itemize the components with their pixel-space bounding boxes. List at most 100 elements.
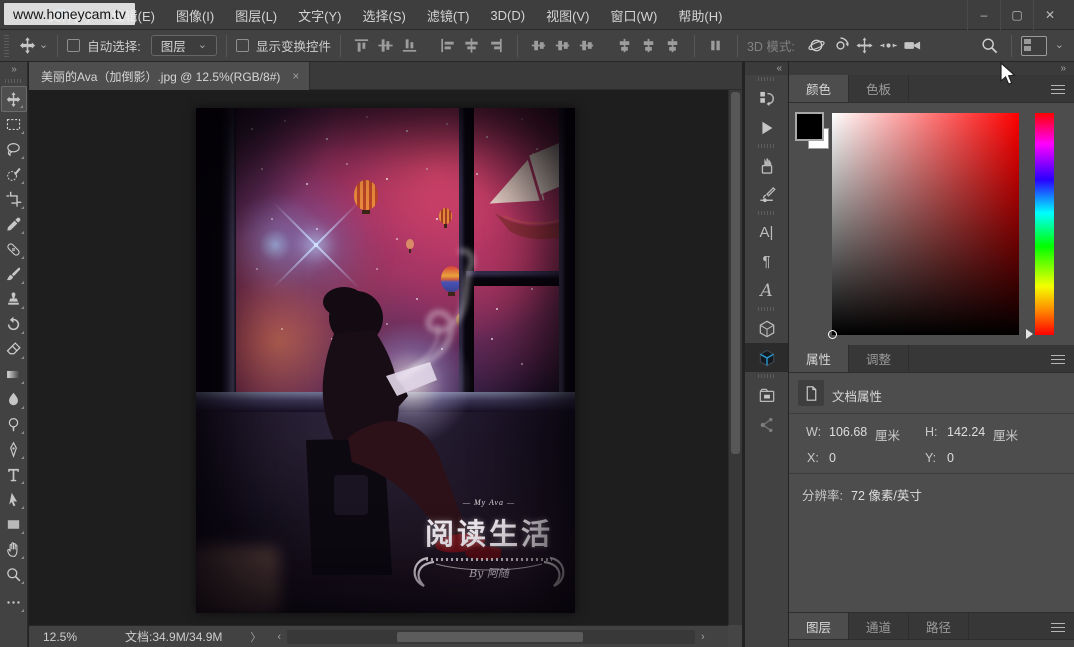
toolbar-grip[interactable] — [5, 79, 23, 83]
tab-swatches[interactable]: 色板 — [849, 75, 909, 102]
tool-pen[interactable] — [1, 437, 27, 462]
3d-orbit-button[interactable] — [806, 35, 828, 57]
tool-brush[interactable] — [1, 262, 27, 287]
3d-panel-button[interactable] — [745, 314, 788, 343]
vertical-scrollbar[interactable] — [728, 90, 742, 625]
hue-slider-pointer-icon[interactable] — [1026, 329, 1033, 339]
scroll-right-arrow-icon[interactable]: › — [701, 631, 705, 643]
toolbar-collapse-icon[interactable]: » — [0, 62, 27, 77]
3d-slide-button[interactable] — [878, 35, 900, 57]
tool-dodge[interactable] — [1, 412, 27, 437]
align-horizontal-centers-button[interactable] — [461, 35, 483, 57]
tool-eraser[interactable] — [1, 337, 27, 362]
panel-menu-icon[interactable] — [1051, 623, 1065, 632]
tool-type[interactable] — [1, 462, 27, 487]
character-panel-button[interactable]: A| — [745, 218, 788, 247]
maximize-button[interactable]: ▢ — [1000, 0, 1033, 30]
distribute-right-edges-button[interactable] — [662, 35, 684, 57]
brush-settings-panel-button[interactable] — [745, 180, 788, 209]
canvas-area[interactable]: — My Ava — 阅读生活 By 阿随 — [29, 90, 728, 625]
dock-expand-icon[interactable]: « — [745, 62, 788, 75]
y-value[interactable]: 0 — [947, 451, 954, 465]
tool-rectangle[interactable] — [1, 512, 27, 537]
options-bar-grip[interactable] — [4, 35, 9, 57]
align-vertical-centers-button[interactable] — [375, 35, 397, 57]
share-panel-button[interactable] — [745, 410, 788, 439]
tool-clone-stamp[interactable] — [1, 287, 27, 312]
libraries-panel-button[interactable] — [745, 381, 788, 410]
tool-rectangular-marquee[interactable] — [1, 112, 27, 137]
search-icon[interactable] — [979, 35, 1001, 57]
history-panel-button[interactable] — [745, 84, 788, 113]
tool-spot-healing-brush[interactable] — [1, 237, 27, 262]
tool-move[interactable] — [1, 86, 27, 112]
align-right-edges-button[interactable] — [485, 35, 507, 57]
show-transform-checkbox[interactable] — [236, 39, 249, 52]
color-spectrum-field[interactable] — [832, 113, 1019, 335]
tab-adjustments[interactable]: 调整 — [849, 345, 909, 372]
tool-path-selection[interactable] — [1, 487, 27, 512]
tab-paths[interactable]: 路径 — [909, 613, 969, 639]
status-zoom-field[interactable]: 12.5% — [43, 630, 95, 644]
actions-panel-button[interactable] — [745, 113, 788, 142]
auto-select-checkbox[interactable] — [67, 39, 80, 52]
tab-channels[interactable]: 通道 — [849, 613, 909, 639]
height-value[interactable]: 142.24 — [947, 425, 985, 439]
vertical-scrollbar-thumb[interactable] — [731, 92, 740, 454]
align-top-edges-button[interactable] — [351, 35, 373, 57]
canvas-artwork[interactable]: — My Ava — 阅读生活 By 阿随 — [196, 108, 575, 613]
tab-properties[interactable]: 属性 — [789, 345, 849, 372]
panel-menu-icon[interactable] — [1051, 355, 1065, 364]
3d-pan-button[interactable] — [854, 35, 876, 57]
minimize-button[interactable]: – — [967, 0, 1000, 30]
tool-crop[interactable] — [1, 187, 27, 212]
close-button[interactable]: ✕ — [1033, 0, 1066, 30]
tool-gradient[interactable] — [1, 362, 27, 387]
tab-color[interactable]: 颜色 — [789, 75, 849, 102]
tool-lasso[interactable] — [1, 137, 27, 162]
distribute-horizontal-centers-button[interactable] — [638, 35, 660, 57]
3d-axis-panel-button[interactable] — [745, 343, 788, 372]
menu-help[interactable]: 帮助(H) — [678, 6, 722, 25]
x-value[interactable]: 0 — [829, 451, 836, 465]
distribute-left-edges-button[interactable] — [614, 35, 636, 57]
tool-history-brush[interactable] — [1, 312, 27, 337]
status-popup-chevron-icon[interactable]: 〉 — [250, 629, 261, 645]
horizontal-scrollbar-thumb[interactable] — [397, 632, 583, 642]
menu-type[interactable]: 文字(Y) — [298, 6, 341, 25]
tab-layers[interactable]: 图层 — [789, 613, 849, 639]
tool-hand[interactable] — [1, 537, 27, 562]
document-tab[interactable]: 美丽的Ava（加倒影）.jpg @ 12.5%(RGB/8#) × — [29, 62, 310, 90]
distribute-bottom-edges-button[interactable] — [576, 35, 598, 57]
tool-zoom[interactable] — [1, 562, 27, 587]
align-bottom-edges-button[interactable] — [399, 35, 421, 57]
tool-eyedropper[interactable] — [1, 212, 27, 237]
3d-zoom-camera-button[interactable] — [902, 35, 924, 57]
menu-3d[interactable]: 3D(D) — [490, 8, 525, 23]
glyphs-panel-button[interactable]: A — [745, 276, 788, 305]
menu-view[interactable]: 视图(V) — [546, 6, 589, 25]
workspace-switcher-icon[interactable] — [1021, 36, 1047, 56]
auto-select-target-dropdown[interactable]: 图层 ⌄ — [151, 35, 217, 56]
hue-slider[interactable] — [1035, 113, 1054, 335]
foreground-color-swatch[interactable] — [797, 114, 822, 139]
distribute-vertical-centers-button[interactable] — [552, 35, 574, 57]
tool-blur[interactable] — [1, 387, 27, 412]
menu-layer[interactable]: 图层(L) — [235, 6, 277, 25]
horizontal-scrollbar[interactable] — [287, 630, 695, 644]
panel-menu-icon[interactable] — [1051, 85, 1065, 94]
menu-image[interactable]: 图像(I) — [176, 6, 214, 25]
spectrum-selector[interactable] — [828, 330, 837, 339]
3d-roll-button[interactable] — [830, 35, 852, 57]
edit-toolbar-button[interactable] — [1, 590, 27, 615]
menu-window[interactable]: 窗口(W) — [610, 6, 657, 25]
menu-filter[interactable]: 滤镜(T) — [427, 6, 470, 25]
paragraph-panel-button[interactable]: ¶ — [745, 247, 788, 276]
scroll-left-arrow-icon[interactable]: ‹ — [277, 631, 281, 643]
distribute-top-edges-button[interactable] — [528, 35, 550, 57]
workspace-caret-icon[interactable]: ⌄ — [1055, 40, 1064, 51]
menu-select[interactable]: 选择(S) — [362, 6, 405, 25]
align-left-edges-button[interactable] — [437, 35, 459, 57]
tool-quick-selection[interactable] — [1, 162, 27, 187]
distribute-spacing-button[interactable] — [705, 35, 727, 57]
